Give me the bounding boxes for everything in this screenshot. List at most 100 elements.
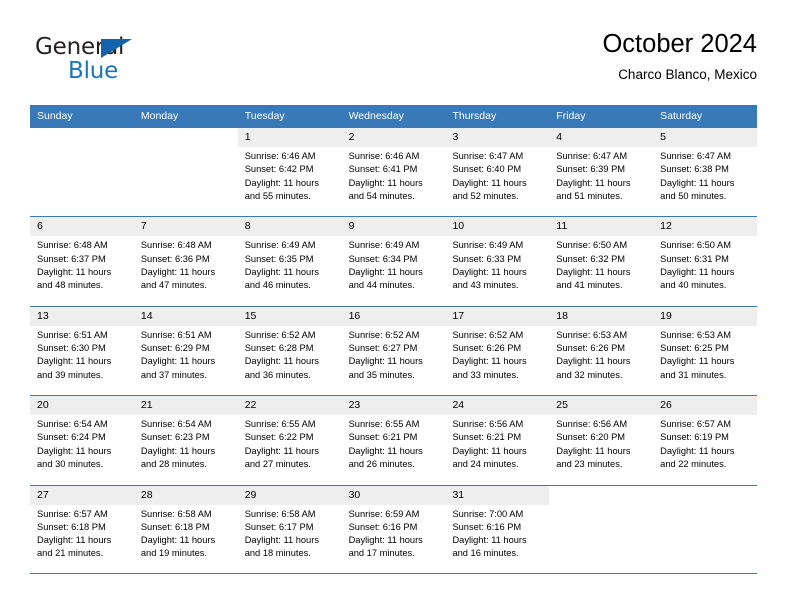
calendar-day-cell-1[interactable]: 1 Sunrise: 6:46 AM Sunset: 6:42 PM Dayli… — [237, 128, 342, 217]
calendar-day-cell-22[interactable]: 22 Sunrise: 6:55 AM Sunset: 6:22 PM Dayl… — [237, 396, 342, 485]
daylight-text-line1: Daylight: 11 hours — [452, 266, 527, 277]
daylight-text-line1: Daylight: 11 hours — [660, 266, 735, 277]
calendar-day-cell-6[interactable]: 6 Sunrise: 6:48 AM Sunset: 6:37 PM Dayli… — [30, 217, 134, 306]
sunrise-text: Sunrise: 6:48 AM — [140, 240, 212, 251]
calendar-day-cell-20[interactable]: 20 Sunrise: 6:54 AM Sunset: 6:24 PM Dayl… — [30, 396, 134, 485]
sunrise-text: Sunrise: 6:54 AM — [37, 419, 108, 430]
calendar-day-cell-9[interactable]: 9 Sunrise: 6:49 AM Sunset: 6:34 PM Dayli… — [341, 217, 446, 306]
day-number-band: 8 — [237, 217, 342, 237]
day-number-band — [133, 128, 238, 147]
sunrise-text: Sunrise: 6:52 AM — [452, 329, 524, 340]
general-blue-logo[interactable]: General Blue — [35, 34, 215, 92]
calendar-day-cell-14[interactable]: 14 Sunrise: 6:51 AM Sunset: 6:29 PM Dayl… — [133, 306, 238, 396]
calendar-weeks: 1 Sunrise: 6:46 AM Sunset: 6:42 PM Dayli… — [30, 127, 758, 574]
sunset-text: Sunset: 6:42 PM — [244, 164, 314, 175]
day-details: Sunrise: 6:47 AM Sunset: 6:40 PM Dayligh… — [445, 147, 549, 203]
daylight-text-line1: Daylight: 11 hours — [244, 266, 319, 277]
daylight-text-line2: and 41 minutes. — [556, 280, 623, 291]
calendar-day-cell-10[interactable]: 10 Sunrise: 6:49 AM Sunset: 6:33 PM Dayl… — [445, 217, 550, 306]
day-number-band: 25 — [549, 396, 654, 416]
sunset-text: Sunset: 6:18 PM — [140, 521, 210, 532]
weekday-header-sunday: Sunday — [37, 110, 73, 122]
day-details: Sunrise: 6:52 AM Sunset: 6:26 PM Dayligh… — [445, 326, 549, 382]
daylight-text-line1: Daylight: 11 hours — [556, 266, 631, 277]
calendar-day-cell-28[interactable]: 28 Sunrise: 6:58 AM Sunset: 6:18 PM Dayl… — [133, 485, 238, 573]
daylight-text-line1: Daylight: 11 hours — [348, 356, 423, 367]
calendar-day-cell-3[interactable]: 3 Sunrise: 6:47 AM Sunset: 6:40 PM Dayli… — [445, 128, 550, 217]
day-details — [653, 505, 757, 508]
calendar-day-cell-27[interactable]: 27 Sunrise: 6:57 AM Sunset: 6:18 PM Dayl… — [30, 485, 134, 573]
sunset-text: Sunset: 6:23 PM — [140, 432, 210, 443]
sunset-text: Sunset: 6:26 PM — [452, 343, 522, 354]
calendar-day-cell-12[interactable]: 12 Sunrise: 6:50 AM Sunset: 6:31 PM Dayl… — [653, 217, 758, 306]
daylight-text-line1: Daylight: 11 hours — [452, 356, 527, 367]
day-number: 6 — [37, 220, 43, 233]
day-number-band — [549, 485, 654, 505]
daylight-text-line2: and 35 minutes. — [348, 369, 415, 380]
calendar-week-row-1: 1 Sunrise: 6:46 AM Sunset: 6:42 PM Dayli… — [30, 127, 758, 217]
daylight-text-line2: and 16 minutes. — [452, 548, 519, 559]
calendar-day-cell-5[interactable]: 5 Sunrise: 6:47 AM Sunset: 6:38 PM Dayli… — [653, 128, 758, 217]
calendar-day-cell-13[interactable]: 13 Sunrise: 6:51 AM Sunset: 6:30 PM Dayl… — [30, 306, 134, 396]
calendar-day-cell-26[interactable]: 26 Sunrise: 6:57 AM Sunset: 6:19 PM Dayl… — [653, 396, 758, 485]
calendar-day-cell-7[interactable]: 7 Sunrise: 6:48 AM Sunset: 6:36 PM Dayli… — [133, 217, 238, 306]
calendar-grid: Sunday Monday Tuesday Wednesday Thursday… — [30, 105, 758, 574]
weekday-header-row: Sunday Monday Tuesday Wednesday Thursday… — [30, 105, 757, 127]
day-details — [30, 147, 134, 150]
daylight-text-line2: and 36 minutes. — [244, 369, 311, 380]
logo-triangle-icon — [101, 39, 132, 58]
calendar-day-cell-21[interactable]: 21 Sunrise: 6:54 AM Sunset: 6:23 PM Dayl… — [133, 396, 238, 485]
calendar-day-cell-2[interactable]: 2 Sunrise: 6:46 AM Sunset: 6:41 PM Dayli… — [341, 128, 446, 217]
calendar-day-cell-24[interactable]: 24 Sunrise: 6:56 AM Sunset: 6:21 PM Dayl… — [445, 396, 550, 485]
calendar-day-cell-empty — [133, 128, 238, 217]
sunset-text: Sunset: 6:20 PM — [556, 432, 626, 443]
calendar-day-cell-19[interactable]: 19 Sunrise: 6:53 AM Sunset: 6:25 PM Dayl… — [653, 306, 758, 396]
sunrise-text: Sunrise: 6:57 AM — [660, 419, 731, 430]
daylight-text-line2: and 44 minutes. — [348, 280, 415, 291]
title-block: October 2024 Charco Blanco, Mexico — [602, 28, 757, 85]
sunset-text: Sunset: 6:40 PM — [452, 164, 522, 175]
day-details: Sunrise: 6:49 AM Sunset: 6:35 PM Dayligh… — [238, 236, 342, 292]
daylight-text-line1: Daylight: 11 hours — [452, 535, 527, 546]
day-number-band: 24 — [445, 396, 550, 416]
calendar-day-cell-17[interactable]: 17 Sunrise: 6:52 AM Sunset: 6:26 PM Dayl… — [445, 306, 550, 396]
daylight-text-line1: Daylight: 11 hours — [556, 177, 631, 188]
calendar-day-cell-16[interactable]: 16 Sunrise: 6:52 AM Sunset: 6:27 PM Dayl… — [341, 306, 446, 396]
sunrise-text: Sunrise: 6:52 AM — [348, 329, 420, 340]
sunset-text: Sunset: 6:36 PM — [140, 253, 210, 264]
calendar-day-cell-18[interactable]: 18 Sunrise: 6:53 AM Sunset: 6:26 PM Dayl… — [549, 306, 654, 396]
calendar-day-cell-23[interactable]: 23 Sunrise: 6:55 AM Sunset: 6:21 PM Dayl… — [341, 396, 446, 485]
daylight-text-line1: Daylight: 11 hours — [37, 535, 112, 546]
calendar-day-cell-31[interactable]: 31 Sunrise: 7:00 AM Sunset: 6:16 PM Dayl… — [445, 485, 550, 573]
sunset-text: Sunset: 6:24 PM — [37, 432, 106, 443]
calendar-day-cell-15[interactable]: 15 Sunrise: 6:52 AM Sunset: 6:28 PM Dayl… — [237, 306, 342, 396]
day-number: 18 — [556, 309, 568, 322]
sunset-text: Sunset: 6:17 PM — [244, 521, 314, 532]
day-number: 2 — [348, 131, 355, 143]
day-number-band: 17 — [445, 306, 550, 326]
daylight-text-line2: and 54 minutes. — [348, 190, 415, 201]
day-details: Sunrise: 6:56 AM Sunset: 6:20 PM Dayligh… — [549, 415, 653, 471]
calendar-day-cell-11[interactable]: 11 Sunrise: 6:50 AM Sunset: 6:32 PM Dayl… — [549, 217, 654, 306]
sunrise-text: Sunrise: 6:51 AM — [140, 329, 212, 340]
calendar-day-cell-4[interactable]: 4 Sunrise: 6:47 AM Sunset: 6:39 PM Dayli… — [549, 128, 654, 217]
calendar-day-cell-8[interactable]: 8 Sunrise: 6:49 AM Sunset: 6:35 PM Dayli… — [237, 217, 342, 306]
sunrise-text: Sunrise: 6:47 AM — [452, 151, 524, 161]
daylight-text-line2: and 19 minutes. — [140, 548, 208, 559]
daylight-text-line1: Daylight: 11 hours — [244, 356, 319, 367]
sunrise-text: Sunrise: 6:53 AM — [556, 329, 628, 340]
calendar-day-cell-25[interactable]: 25 Sunrise: 6:56 AM Sunset: 6:20 PM Dayl… — [549, 396, 654, 485]
daylight-text-line1: Daylight: 11 hours — [140, 266, 216, 277]
daylight-text-line2: and 31 minutes. — [660, 369, 727, 380]
daylight-text-line2: and 22 minutes. — [660, 459, 727, 470]
day-number-band: 31 — [445, 485, 550, 505]
day-number-band: 23 — [341, 396, 446, 416]
day-number-band: 10 — [445, 217, 550, 237]
day-details: Sunrise: 6:49 AM Sunset: 6:34 PM Dayligh… — [342, 236, 446, 292]
day-details: Sunrise: 6:51 AM Sunset: 6:30 PM Dayligh… — [30, 326, 134, 382]
calendar-day-cell-29[interactable]: 29 Sunrise: 6:58 AM Sunset: 6:17 PM Dayl… — [237, 485, 342, 573]
day-number-band: 14 — [133, 306, 238, 326]
calendar-day-cell-30[interactable]: 30 Sunrise: 6:59 AM Sunset: 6:16 PM Dayl… — [341, 485, 446, 573]
daylight-text-line1: Daylight: 11 hours — [348, 535, 423, 546]
sunset-text: Sunset: 6:41 PM — [348, 164, 418, 175]
